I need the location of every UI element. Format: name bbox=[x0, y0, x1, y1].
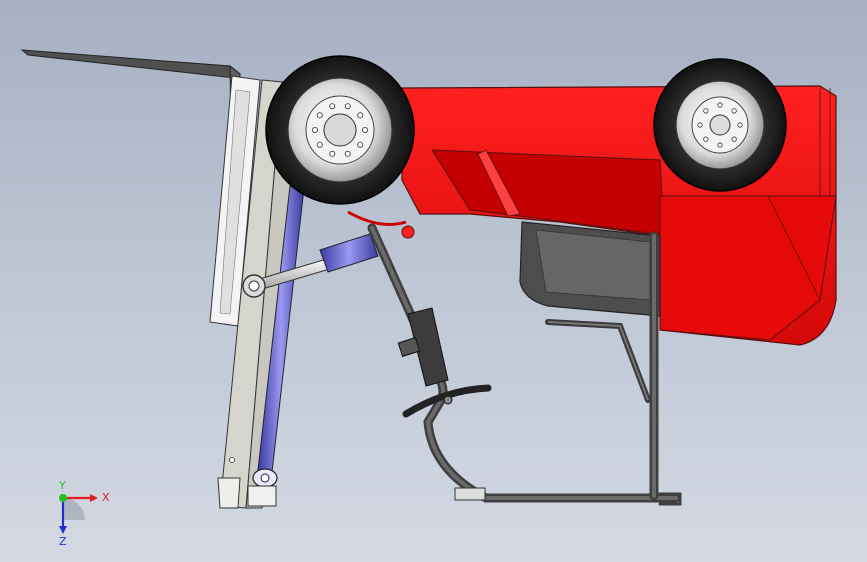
wheel-bolt bbox=[357, 141, 364, 148]
floor-plate bbox=[454, 487, 486, 501]
wheel-bolt bbox=[697, 122, 703, 128]
wheel-bolt bbox=[316, 112, 323, 119]
wheel-bolt bbox=[329, 150, 336, 157]
wheel-bolt bbox=[316, 141, 323, 148]
orientation-triad[interactable]: X Y Z bbox=[48, 478, 118, 548]
rear-wheel bbox=[653, 58, 787, 192]
x-axis-head bbox=[90, 494, 98, 502]
wheel-bolt bbox=[311, 127, 318, 134]
steering-assembly bbox=[397, 307, 492, 418]
forklift-model[interactable] bbox=[0, 0, 867, 562]
wheel-bolt bbox=[717, 102, 723, 108]
battery-box bbox=[519, 221, 661, 317]
wheel-bolt bbox=[731, 136, 737, 142]
x-axis-label: X bbox=[102, 491, 110, 504]
y-axis-label: Y bbox=[58, 479, 66, 492]
wheel-bolt bbox=[344, 103, 351, 110]
wheel-bolt bbox=[737, 122, 743, 128]
y-axis-dot bbox=[59, 494, 67, 502]
wheel-bolt bbox=[344, 150, 351, 157]
fork-blade bbox=[20, 49, 241, 201]
wheel-bolt bbox=[329, 103, 336, 110]
pedals bbox=[545, 319, 651, 403]
z-axis-label: Z bbox=[59, 535, 67, 548]
wheel-bolt bbox=[361, 127, 368, 134]
cad-viewport[interactable]: X Y Z bbox=[0, 0, 867, 562]
z-axis-head bbox=[59, 526, 67, 534]
wheel-bolt bbox=[703, 108, 709, 114]
wheel-bolt bbox=[703, 136, 709, 142]
triad-plane bbox=[63, 498, 85, 520]
front-wheel bbox=[265, 55, 415, 205]
wheel-bolt bbox=[731, 108, 737, 114]
wheel-bolt bbox=[357, 112, 364, 119]
wheel-bolt bbox=[717, 142, 723, 148]
